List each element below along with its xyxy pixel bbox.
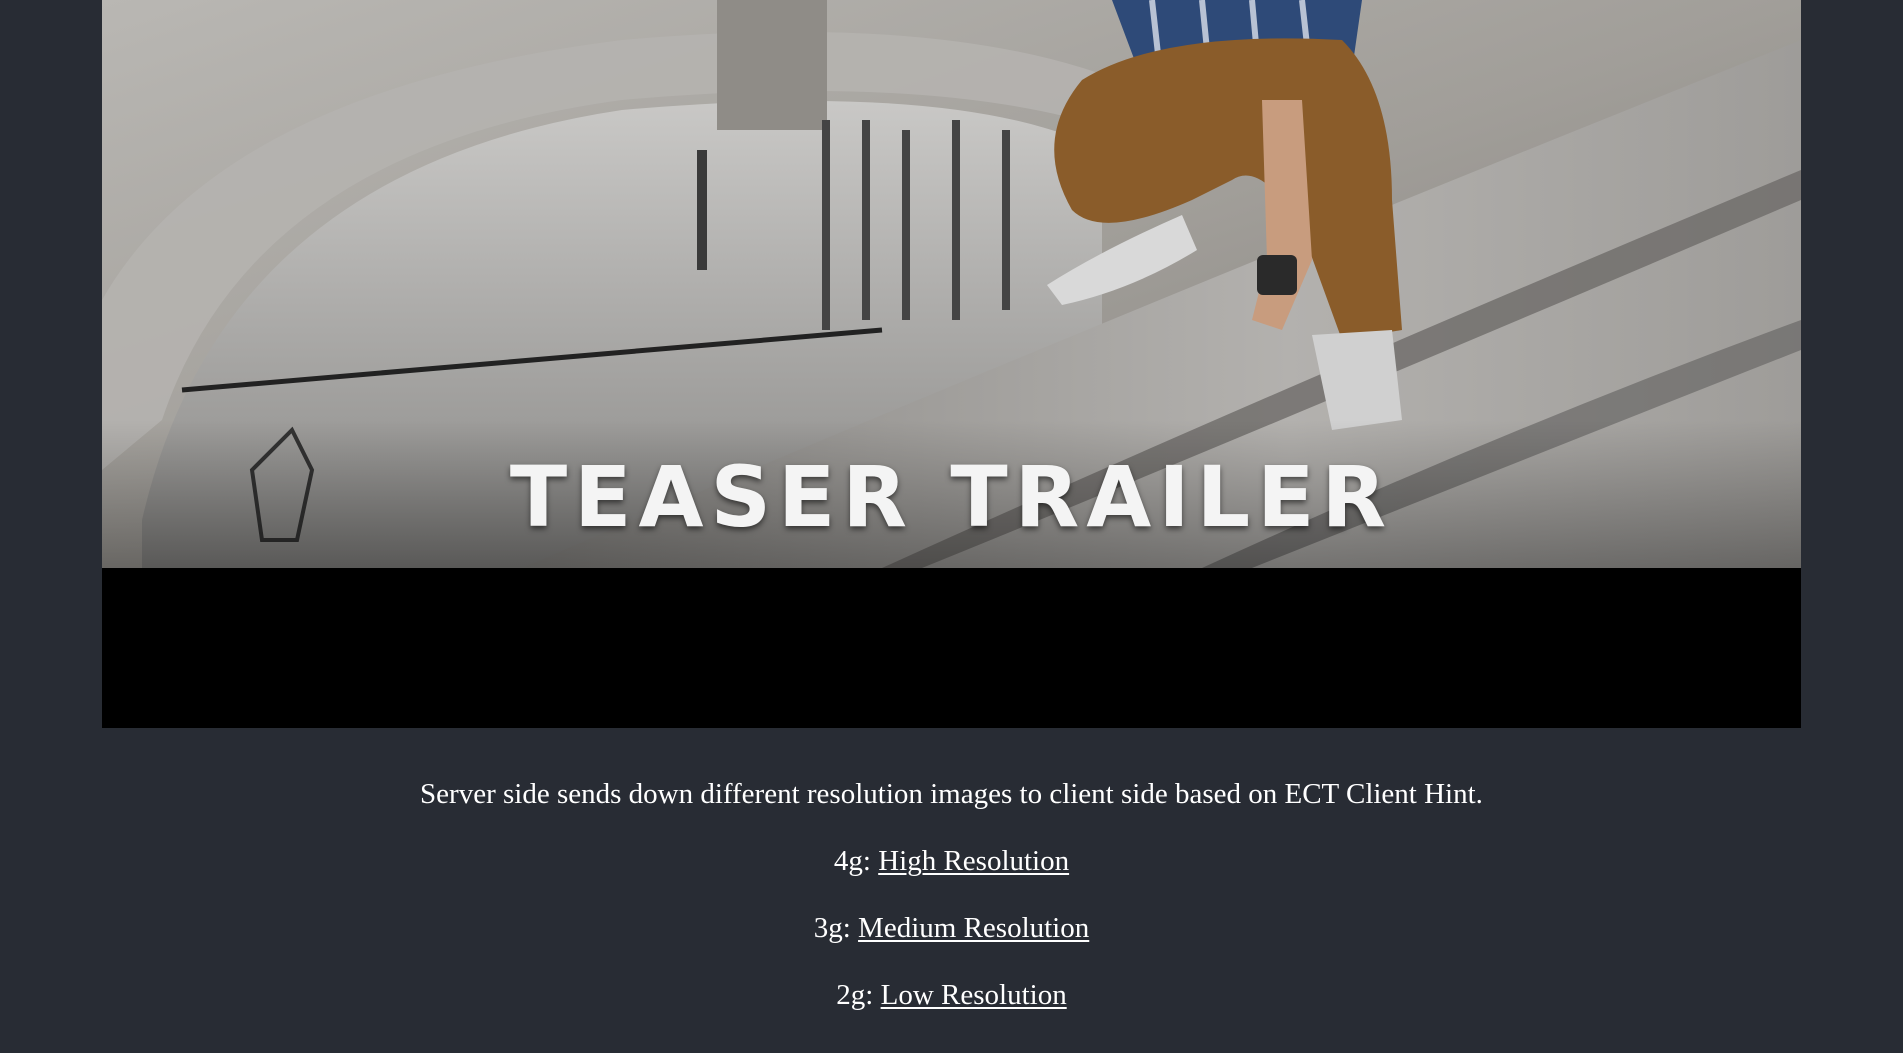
link-row-4g: 4g: High Resolution	[0, 844, 1903, 878]
content: Server side sends down different resolut…	[0, 777, 1903, 1045]
medium-resolution-link[interactable]: Medium Resolution	[858, 912, 1089, 944]
link-row-3g: 3g: Medium Resolution	[0, 911, 1903, 945]
link-prefix: 4g:	[833, 845, 879, 877]
link-prefix: 2g:	[836, 979, 881, 1011]
link-row-2g: 2g: Low Resolution	[0, 978, 1903, 1012]
hero-caption: TEASER TRAILER	[509, 448, 1394, 546]
low-resolution-link[interactable]: Low Resolution	[881, 979, 1067, 1011]
link-prefix: 3g:	[813, 912, 859, 944]
high-resolution-link[interactable]: High Resolution	[878, 845, 1069, 877]
hero-image: TEASER TRAILER	[102, 0, 1801, 728]
video-letterbox	[102, 568, 1801, 728]
page: TEASER TRAILER Server side sends down di…	[0, 0, 1903, 1053]
description-text: Server side sends down different resolut…	[420, 778, 1483, 810]
